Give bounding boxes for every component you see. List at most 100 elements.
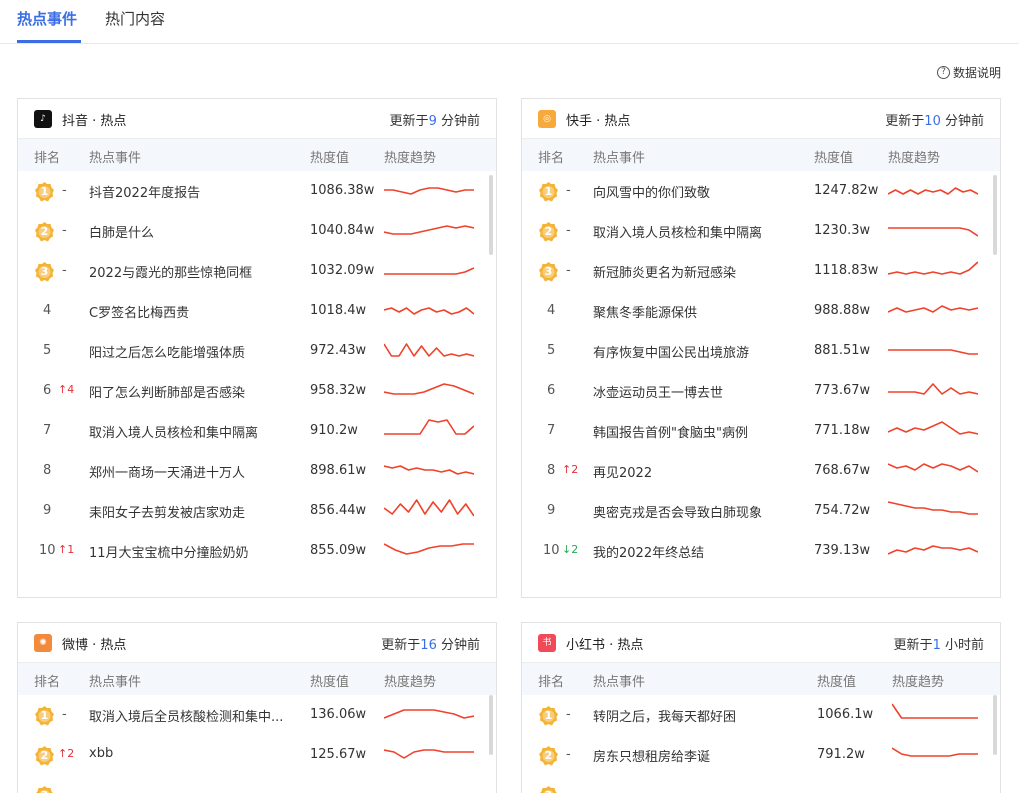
- data-description-label: 数据说明: [952, 66, 1001, 80]
- event-title[interactable]: 向风雪中的你们致敬: [593, 182, 710, 201]
- list-item[interactable]: 4 聚焦冬季能源保供 988.88w: [522, 291, 1000, 331]
- event-title[interactable]: 郑州一商场一天涌进十万人: [89, 462, 245, 481]
- event-title[interactable]: 阳过之后怎么吃能增强体质: [89, 342, 245, 361]
- medal-icon: 2: [35, 746, 54, 766]
- hot-value: 855.09w: [310, 543, 367, 558]
- col-trend: 热度趋势: [384, 675, 437, 690]
- list-item[interactable]: 4 C罗签名比梅西贵 1018.4w: [18, 291, 496, 331]
- tab-active-indicator: [17, 40, 81, 43]
- event-title[interactable]: 白肺是什么: [89, 222, 154, 241]
- scrollbar[interactable]: [489, 175, 493, 255]
- event-title[interactable]: 11月大宝宝梳中分撞脸奶奶: [89, 542, 249, 561]
- tab-bar: 热点事件 热门内容: [0, 0, 1019, 44]
- list-item[interactable]: 1- 取消入境后全员核酸检测和集中... 136.06w: [18, 695, 496, 735]
- hot-value: 136.06w: [310, 707, 367, 722]
- col-event: 热点事件: [89, 151, 142, 166]
- list-item[interactable]: 3: [18, 775, 496, 793]
- list-item[interactable]: 10 ↑1 11月大宝宝梳中分撞脸奶奶 855.09w: [18, 531, 496, 571]
- kuaishou-icon: ◎: [538, 110, 556, 128]
- trend-sparkline: [383, 539, 474, 565]
- douyin-icon: ♪: [34, 110, 52, 128]
- scrollbar[interactable]: [993, 695, 997, 755]
- list-item[interactable]: 6 冰壶运动员王一博去世 773.67w: [522, 371, 1000, 411]
- list-item[interactable]: 5 有序恢复中国公民出境旅游 881.51w: [522, 331, 1000, 371]
- panel-header: ◎ 快手 · 热点 更新于10 分钟前: [522, 99, 1000, 139]
- list-item[interactable]: 5 阳过之后怎么吃能增强体质 972.43w: [18, 331, 496, 371]
- event-title[interactable]: 取消入境后全员核酸检测和集中...: [89, 706, 283, 725]
- list-item[interactable]: 7 韩国报告首例"食脑虫"病例 771.18w: [522, 411, 1000, 451]
- trend-sparkline: [383, 743, 474, 769]
- event-title[interactable]: xbb: [89, 746, 113, 761]
- list-item[interactable]: 7 取消入境人员核检和集中隔离 910.2w: [18, 411, 496, 451]
- hot-value: 754.72w: [814, 503, 871, 518]
- tab-hot-content[interactable]: 热门内容: [105, 8, 165, 29]
- rank-change: -: [62, 707, 67, 722]
- list-item[interactable]: 9 奥密克戎是否会导致白肺现象 754.72w: [522, 491, 1000, 531]
- hot-value: 988.88w: [814, 303, 871, 318]
- event-title[interactable]: 再见2022: [593, 462, 652, 481]
- event-title[interactable]: 冰壶运动员王一博去世: [593, 382, 723, 401]
- medal-icon: 3: [35, 262, 54, 282]
- event-title[interactable]: 新冠肺炎更名为新冠感染: [593, 262, 736, 281]
- event-title[interactable]: 取消入境人员核检和集中隔离: [89, 422, 258, 441]
- list-item[interactable]: 3: [522, 775, 1000, 793]
- scrollbar[interactable]: [993, 175, 997, 255]
- list-item[interactable]: 3- 新冠肺炎更名为新冠感染 1118.83w: [522, 251, 1000, 291]
- col-event: 热点事件: [89, 675, 142, 690]
- list-item[interactable]: 8 郑州一商场一天涌进十万人 898.61w: [18, 451, 496, 491]
- list-item[interactable]: 1- 转阴之后，我每天都好困 1066.1w: [522, 695, 1000, 735]
- update-time: 更新于9 分钟前: [389, 114, 480, 129]
- list-item[interactable]: 2 ↑2 xbb 125.67w: [18, 735, 496, 775]
- list-item[interactable]: 8 ↑2 再见2022 768.67w: [522, 451, 1000, 491]
- trend-sparkline: [891, 703, 978, 729]
- column-header: 排名 热点事件 热度值 热度趋势: [522, 663, 1000, 695]
- medal-icon: 1: [35, 182, 54, 202]
- tab-hot-events[interactable]: 热点事件: [17, 8, 77, 29]
- event-title[interactable]: 有序恢复中国公民出境旅游: [593, 342, 749, 361]
- rank-number: 9: [43, 503, 52, 518]
- hot-value: 771.18w: [814, 423, 871, 438]
- trend-sparkline: [888, 379, 979, 405]
- trend-sparkline: [383, 219, 475, 245]
- trend-sparkline: [383, 499, 475, 525]
- list-item[interactable]: 3- 2022与霞光的那些惊艳同框 1032.09w: [18, 251, 496, 291]
- event-title[interactable]: 韩国报告首例"食脑虫"病例: [593, 422, 748, 441]
- list-item[interactable]: 2- 白肺是什么 1040.84w: [18, 211, 496, 251]
- event-title[interactable]: 聚焦冬季能源保供: [593, 302, 697, 321]
- event-title[interactable]: 房东只想租房给李诞: [593, 746, 710, 765]
- event-title[interactable]: 阳了怎么判断肺部是否感染: [89, 382, 245, 401]
- rank-change: -: [62, 183, 67, 198]
- event-title[interactable]: 我的2022年终总结: [593, 542, 704, 561]
- event-title[interactable]: 耒阳女子去剪发被店家劝走: [89, 502, 245, 521]
- rank-change: -: [566, 707, 571, 722]
- event-title[interactable]: 2022与霞光的那些惊艳同框: [89, 262, 252, 281]
- list-item[interactable]: 9 耒阳女子去剪发被店家劝走 856.44w: [18, 491, 496, 531]
- event-title[interactable]: 取消入境人员核检和集中隔离: [593, 222, 762, 241]
- hot-value: 1086.38w: [310, 183, 375, 198]
- rank-change: ↑2: [58, 747, 75, 760]
- event-title[interactable]: 奥密克戎是否会导致白肺现象: [593, 502, 762, 521]
- list-item[interactable]: 10 ↓2 我的2022年终总结 739.13w: [522, 531, 1000, 571]
- medal-icon: 3: [539, 786, 558, 793]
- event-title[interactable]: C罗签名比梅西贵: [89, 302, 189, 321]
- update-time: 更新于1 小时前: [893, 638, 984, 653]
- rank-change: ↑1: [58, 543, 75, 556]
- scrollbar[interactable]: [489, 695, 493, 755]
- list-item[interactable]: 6 ↑4 阳了怎么判断肺部是否感染 958.32w: [18, 371, 496, 411]
- list-item[interactable]: 2- 房东只想租房给李诞 791.2w: [522, 735, 1000, 775]
- trend-sparkline: [887, 179, 979, 205]
- rank-number: 4: [547, 303, 556, 318]
- hot-value: 910.2w: [310, 423, 358, 438]
- trend-sparkline: [887, 499, 978, 525]
- hot-panel: ✺ 微博 · 热点 更新于16 分钟前 排名 热点事件 热度值 热度趋势 1- 取消入境后全员核…: [17, 622, 497, 793]
- data-description-link[interactable]: ? 数据说明: [936, 64, 1001, 81]
- rank-change: -: [566, 223, 571, 238]
- event-title[interactable]: 转阴之后，我每天都好困: [593, 706, 736, 725]
- list-item[interactable]: 1- 向风雪中的你们致敬 1247.82w: [522, 171, 1000, 211]
- medal-icon: 1: [35, 706, 54, 726]
- rank-number: 8: [547, 463, 556, 478]
- col-rank: 排名: [538, 675, 565, 690]
- list-item[interactable]: 1- 抖音2022年度报告 1086.38w: [18, 171, 496, 211]
- list-item[interactable]: 2- 取消入境人员核检和集中隔离 1230.3w: [522, 211, 1000, 251]
- event-title[interactable]: 抖音2022年度报告: [89, 182, 200, 201]
